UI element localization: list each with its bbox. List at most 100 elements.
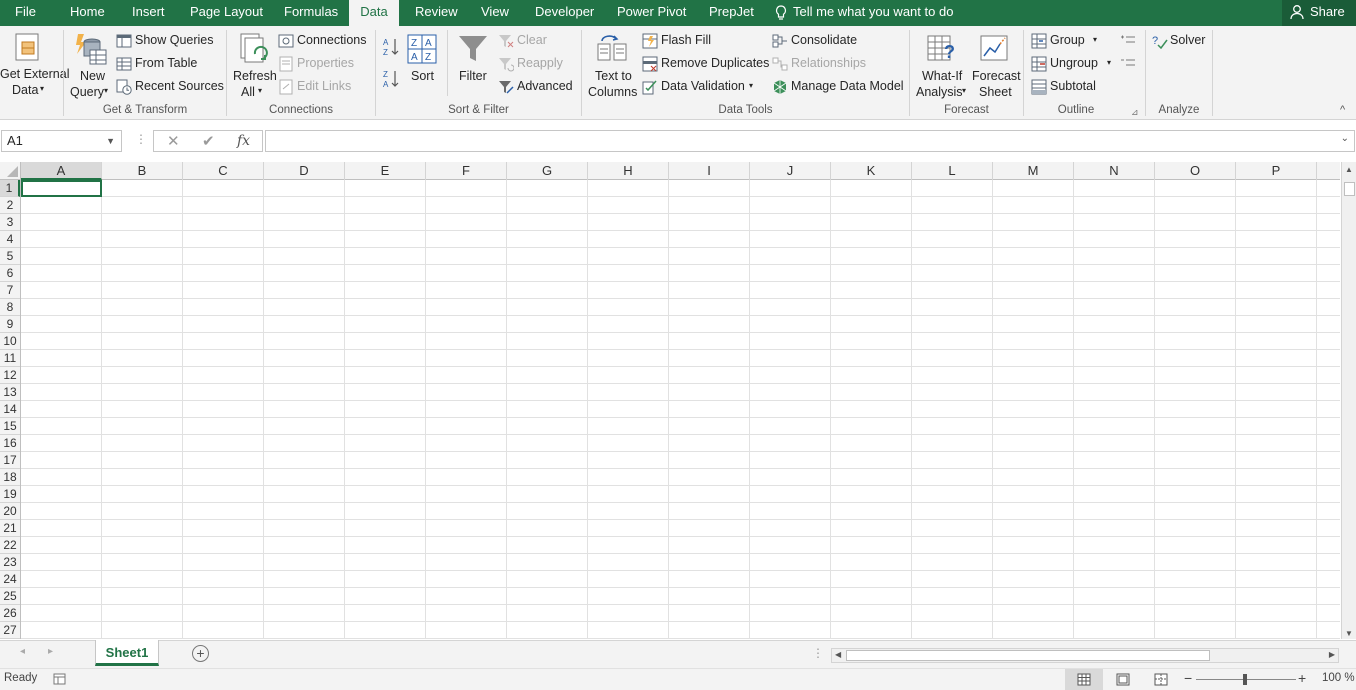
row-header[interactable]: 10 — [0, 333, 20, 350]
row-header[interactable]: 7 — [0, 282, 20, 299]
tab-developer[interactable]: Developer — [535, 0, 594, 26]
column-header[interactable]: P — [1236, 162, 1317, 180]
zoom-in-icon[interactable]: + — [1298, 670, 1306, 686]
insert-function-button[interactable]: fx — [237, 133, 250, 149]
row-header[interactable]: 11 — [0, 350, 20, 367]
share-button[interactable]: Share — [1282, 0, 1356, 26]
what-if-analysis-button[interactable]: ? What-If Analysis ▾ — [913, 30, 969, 100]
row-header[interactable]: 5 — [0, 248, 20, 265]
sort-ascending-button[interactable]: A Z — [382, 36, 400, 61]
tab-file[interactable]: File — [15, 0, 36, 26]
enter-check-icon[interactable]: ✔ — [202, 132, 215, 150]
tab-data[interactable]: Data — [349, 0, 399, 26]
column-header[interactable]: B — [102, 162, 183, 180]
text-to-columns-button[interactable]: Text to Columns — [586, 30, 638, 100]
tab-insert[interactable]: Insert — [132, 0, 165, 26]
tab-view[interactable]: View — [481, 0, 509, 26]
sort-descending-button[interactable]: Z A — [382, 68, 400, 93]
row-header[interactable]: 2 — [0, 197, 20, 214]
show-detail-button[interactable] — [1120, 33, 1136, 50]
row-header[interactable]: 22 — [0, 537, 20, 554]
scroll-sheets-left-icon[interactable]: ◂ — [20, 646, 25, 657]
row-header[interactable]: 27 — [0, 622, 20, 639]
tab-review[interactable]: Review — [415, 0, 458, 26]
zoom-out-icon[interactable]: − — [1184, 670, 1192, 686]
scroll-right-icon[interactable]: ▶ — [1329, 650, 1335, 659]
hide-detail-button[interactable] — [1120, 56, 1136, 73]
row-header[interactable]: 9 — [0, 316, 20, 333]
page-layout-view-icon[interactable] — [1116, 673, 1130, 686]
column-header[interactable]: C — [183, 162, 264, 180]
select-all-button[interactable] — [0, 162, 21, 180]
sort-button[interactable]: Z A A Z Sort — [405, 30, 441, 90]
tab-power-pivot[interactable]: Power Pivot — [617, 0, 686, 26]
row-header[interactable]: 3 — [0, 214, 20, 231]
row-header[interactable]: 15 — [0, 418, 20, 435]
row-header[interactable]: 1 — [0, 180, 20, 197]
horizontal-scrollbar[interactable]: ◀ ▶ — [831, 648, 1339, 663]
row-header[interactable]: 14 — [0, 401, 20, 418]
row-header[interactable]: 25 — [0, 588, 20, 605]
sheet-tab-sheet1[interactable]: Sheet1 — [95, 640, 159, 666]
zoom-level[interactable]: 100 % — [1322, 672, 1355, 684]
row-header[interactable]: 8 — [0, 299, 20, 316]
get-external-data-button[interactable]: Get External Data ▾ — [0, 30, 69, 100]
column-header[interactable]: L — [912, 162, 993, 180]
column-header[interactable]: N — [1074, 162, 1155, 180]
refresh-all-button[interactable]: Refresh All ▾ — [231, 30, 277, 100]
selected-cell[interactable] — [21, 180, 102, 197]
row-header[interactable]: 12 — [0, 367, 20, 384]
column-header[interactable]: H — [588, 162, 669, 180]
row-header[interactable]: 4 — [0, 231, 20, 248]
expand-formula-icon[interactable]: ⌄ — [1341, 133, 1349, 144]
row-header[interactable]: 23 — [0, 554, 20, 571]
scroll-left-icon[interactable]: ◀ — [835, 650, 841, 659]
vertical-scroll-thumb[interactable] — [1344, 182, 1355, 196]
row-header[interactable]: 19 — [0, 486, 20, 503]
normal-view-button[interactable] — [1065, 669, 1103, 690]
zoom-slider-thumb[interactable] — [1243, 674, 1247, 685]
horizontal-scroll-thumb[interactable] — [846, 650, 1210, 661]
column-header[interactable]: K — [831, 162, 912, 180]
vertical-scrollbar[interactable]: ▲ ▼ — [1341, 162, 1356, 639]
column-header[interactable]: J — [750, 162, 831, 180]
scroll-down-icon[interactable]: ▼ — [1345, 629, 1353, 638]
split-handle-icon[interactable]: ⋮ — [812, 646, 824, 660]
forecast-sheet-button[interactable]: Forecast Sheet — [969, 30, 1021, 100]
tab-preplet[interactable]: PrepJet — [709, 0, 754, 26]
collapse-ribbon-icon[interactable]: ^ — [1340, 104, 1345, 116]
new-query-button[interactable]: New Query ▾ — [68, 30, 112, 100]
column-header[interactable]: I — [669, 162, 750, 180]
row-header[interactable]: 26 — [0, 605, 20, 622]
tab-home[interactable]: Home — [70, 0, 105, 26]
tab-page-layout[interactable]: Page Layout — [190, 0, 263, 26]
row-header[interactable]: 20 — [0, 503, 20, 520]
scroll-sheets-right-icon[interactable]: ▸ — [48, 646, 53, 657]
column-header[interactable]: O — [1155, 162, 1236, 180]
macro-record-icon[interactable] — [53, 673, 67, 686]
formula-input[interactable]: ⌄ — [265, 130, 1355, 152]
tab-formulas[interactable]: Formulas — [284, 0, 338, 26]
name-box[interactable]: A1 ▼ — [1, 130, 122, 152]
row-header[interactable]: 24 — [0, 571, 20, 588]
row-header[interactable]: 17 — [0, 452, 20, 469]
row-header[interactable]: 18 — [0, 469, 20, 486]
column-header[interactable]: F — [426, 162, 507, 180]
column-header[interactable]: D — [264, 162, 345, 180]
row-header[interactable]: 16 — [0, 435, 20, 452]
row-header[interactable]: 21 — [0, 520, 20, 537]
column-header[interactable]: E — [345, 162, 426, 180]
column-header[interactable]: M — [993, 162, 1074, 180]
cell-area[interactable] — [21, 180, 1340, 639]
column-header[interactable]: G — [507, 162, 588, 180]
row-header[interactable]: 13 — [0, 384, 20, 401]
add-sheet-icon[interactable]: + — [192, 645, 209, 662]
scroll-up-icon[interactable]: ▲ — [1345, 165, 1353, 174]
dialog-launcher-icon[interactable]: ⊿ — [1131, 107, 1139, 118]
row-header[interactable]: 6 — [0, 265, 20, 282]
filter-button[interactable]: Filter — [455, 30, 493, 90]
column-header[interactable]: A — [21, 162, 102, 180]
worksheet-grid[interactable]: ABCDEFGHIJKLMNOP 1 2 3 4 5 6 7 8 9 10 11 12 13 14 15 16… — [0, 162, 1340, 639]
cancel-icon[interactable]: ✕ — [167, 132, 180, 150]
page-break-view-icon[interactable] — [1154, 673, 1168, 686]
